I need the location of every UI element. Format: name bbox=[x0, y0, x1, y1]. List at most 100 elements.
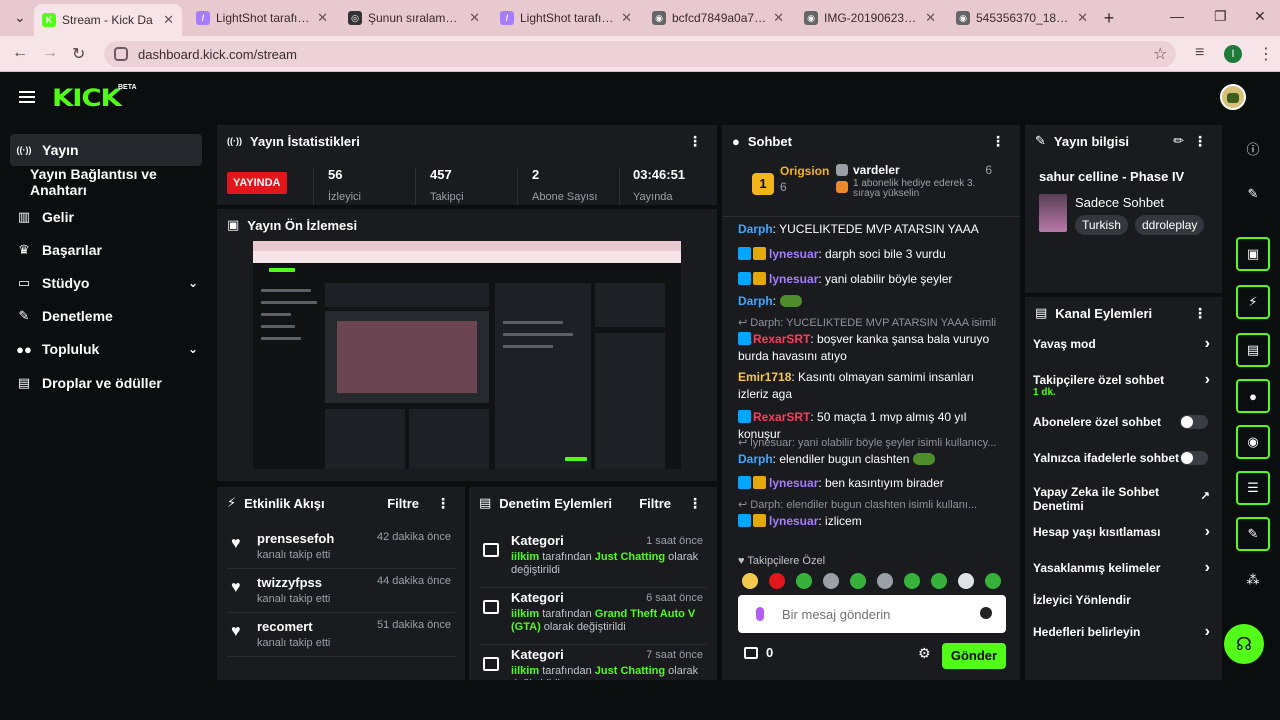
channel-action-item[interactable]: Abonelere özel sohbet bbox=[1033, 415, 1214, 429]
browser-tab[interactable]: K Stream - Kick Da ✕ bbox=[34, 4, 182, 36]
category-name[interactable]: Sadece Sohbet bbox=[1075, 195, 1164, 210]
more-options-icon[interactable]: ⋮ bbox=[1193, 133, 1207, 150]
sidebar-item-droplar[interactable]: ▤ Droplar ve ödüller bbox=[10, 367, 202, 399]
activity-user[interactable]: twizzyfpss bbox=[257, 575, 322, 590]
moderation-toggle-icon[interactable]: ▤ bbox=[1236, 333, 1270, 367]
add-widget-icon[interactable]: ⁂ bbox=[1236, 563, 1270, 597]
channel-action-item[interactable]: Takipçilere özel sohbet 1 dk. › bbox=[1033, 371, 1214, 398]
sidebar-item-studyo[interactable]: ▭ Stüdyo ⌄ bbox=[10, 267, 202, 299]
chat-username[interactable]: RexarSRT bbox=[753, 332, 810, 346]
tag[interactable]: Turkish bbox=[1075, 215, 1128, 235]
emote-icon[interactable] bbox=[850, 573, 866, 589]
sidebar-item-topluluk[interactable]: ●● Topluluk ⌄ bbox=[10, 333, 202, 365]
close-tab-icon[interactable]: ✕ bbox=[317, 10, 328, 26]
tag[interactable]: ddroleplay bbox=[1135, 215, 1205, 235]
tab-search-icon[interactable]: ⌄ bbox=[14, 9, 26, 26]
browser-tab[interactable]: ◉ IMG-20190623-WA0 ✕ bbox=[796, 6, 944, 30]
toggle-switch[interactable] bbox=[1180, 415, 1208, 429]
chat-username[interactable]: Darph bbox=[738, 222, 773, 236]
user-avatar[interactable] bbox=[1220, 84, 1246, 110]
toggle-switch[interactable] bbox=[1180, 451, 1208, 465]
emote-icon[interactable] bbox=[769, 573, 785, 589]
top-gifter-name[interactable]: Origsion bbox=[780, 164, 829, 178]
edit-icon[interactable]: ✎ bbox=[1236, 177, 1270, 211]
edit-icon[interactable]: ✏ bbox=[1173, 133, 1184, 149]
emote-icon[interactable] bbox=[985, 573, 1001, 589]
kick-logo[interactable]: KICK bbox=[52, 84, 122, 112]
preview-toggle-icon[interactable]: ▣ bbox=[1236, 237, 1270, 271]
channel-action-item[interactable]: Yalnızca ifadelerle sohbet bbox=[1033, 451, 1214, 465]
chat-username[interactable]: lynesuar bbox=[769, 272, 818, 286]
profile-avatar[interactable]: I bbox=[1224, 45, 1242, 63]
browser-tab[interactable]: ◎ Şunun sıralaması: iil ✕ bbox=[340, 6, 488, 30]
activity-toggle-icon[interactable]: ⚡ bbox=[1236, 285, 1270, 319]
url-input[interactable]: dashboard.kick.com/stream bbox=[104, 41, 1176, 67]
emote-icon[interactable] bbox=[877, 573, 893, 589]
new-tab-button[interactable]: + bbox=[1098, 8, 1120, 28]
sidebar-item-gelir[interactable]: ▥ Gelir bbox=[10, 201, 202, 233]
more-options-icon[interactable]: ⋮ bbox=[688, 133, 702, 150]
browser-tab[interactable]: / LightShot tarafından ✕ bbox=[188, 6, 336, 30]
mic-icon[interactable] bbox=[756, 607, 764, 621]
chat-input[interactable]: Bir mesaj gönderin bbox=[738, 595, 1006, 633]
actions-toggle-icon[interactable]: ☰ bbox=[1236, 471, 1270, 505]
media-icon[interactable]: ≡ bbox=[1195, 44, 1204, 62]
bookmark-star-icon[interactable]: ☆ bbox=[1153, 44, 1167, 64]
more-options-icon[interactable]: ⋮ bbox=[1193, 305, 1207, 322]
channel-action-item[interactable]: Yapay Zeka ile Sohbet Denetimi ↗ bbox=[1033, 485, 1214, 513]
close-window-icon[interactable]: ✕ bbox=[1254, 8, 1266, 25]
emote-icon[interactable] bbox=[931, 573, 947, 589]
chat-toggle-icon[interactable]: ● bbox=[1236, 379, 1270, 413]
emote-icon[interactable] bbox=[742, 573, 758, 589]
sidebar-item-stream-key[interactable]: Yayın Bağlantısı ve Anahtarı bbox=[10, 166, 202, 198]
close-tab-icon[interactable]: ✕ bbox=[773, 10, 784, 26]
chat-username[interactable]: Darph bbox=[738, 452, 773, 466]
reload-icon[interactable]: ↻ bbox=[72, 44, 85, 64]
minimize-icon[interactable]: — bbox=[1170, 8, 1184, 24]
emote-icon[interactable] bbox=[796, 573, 812, 589]
forward-icon[interactable]: → bbox=[42, 44, 58, 62]
info-icon[interactable]: ⓘ bbox=[1236, 131, 1270, 165]
back-icon[interactable]: ← bbox=[12, 44, 28, 62]
emote-icon[interactable] bbox=[904, 573, 920, 589]
browser-tab[interactable]: ◉ bcfcd7849a0a7f9c1 ✕ bbox=[644, 6, 792, 30]
filter-button[interactable]: Filtre bbox=[639, 496, 671, 511]
browser-tab[interactable]: ◉ 545356370_1839991 ✕ bbox=[948, 6, 1096, 30]
channel-action-item[interactable]: Hesap yaşı kısıtlaması › bbox=[1033, 523, 1214, 540]
emote-icon[interactable] bbox=[823, 573, 839, 589]
chat-username[interactable]: lynesuar bbox=[769, 514, 818, 528]
vip-name[interactable]: vardeler bbox=[853, 163, 900, 177]
channel-action-item[interactable]: Yavaş mod › bbox=[1033, 335, 1214, 352]
activity-user[interactable]: prensesefoh bbox=[257, 531, 334, 546]
channel-action-item[interactable]: Yasaklanmış kelimeler › bbox=[1033, 559, 1214, 576]
filter-button[interactable]: Filtre bbox=[387, 496, 419, 511]
more-options-icon[interactable]: ⋮ bbox=[436, 495, 450, 512]
chat-username[interactable]: lynesuar bbox=[769, 247, 818, 261]
chat-username[interactable]: Darph bbox=[738, 294, 773, 308]
chat-username[interactable]: RexarSRT bbox=[753, 410, 810, 424]
send-button[interactable]: Gönder bbox=[942, 643, 1006, 669]
category-name[interactable]: Just Chatting bbox=[595, 665, 665, 677]
site-info-icon[interactable] bbox=[114, 47, 128, 61]
info-toggle-icon[interactable]: ✎ bbox=[1236, 517, 1270, 551]
more-options-icon[interactable]: ⋮ bbox=[991, 133, 1005, 150]
maximize-icon[interactable]: ❐ bbox=[1214, 8, 1227, 25]
moderator-name[interactable]: iilkim bbox=[511, 551, 539, 563]
browser-tab[interactable]: / LightShot tarafından ✕ bbox=[492, 6, 640, 30]
moderator-name[interactable]: iilkim bbox=[511, 608, 539, 620]
chat-username[interactable]: Emir1718 bbox=[738, 370, 791, 384]
emoji-icon[interactable] bbox=[980, 607, 992, 619]
category-name[interactable]: Just Chatting bbox=[595, 551, 665, 563]
sidebar-item-yayin[interactable]: ((·)) Yayın bbox=[10, 134, 202, 166]
browser-menu-icon[interactable]: ⋮ bbox=[1258, 44, 1274, 64]
close-tab-icon[interactable]: ✕ bbox=[469, 10, 480, 26]
chat-username[interactable]: lynesuar bbox=[769, 476, 818, 490]
sidebar-item-basarilar[interactable]: ♛ Başarılar bbox=[10, 234, 202, 266]
sidebar-item-denetleme[interactable]: ✎ Denetleme bbox=[10, 300, 202, 332]
stream-preview-video[interactable] bbox=[253, 241, 681, 469]
close-tab-icon[interactable]: ✕ bbox=[163, 12, 174, 28]
settings-gear-icon[interactable]: ⚙ bbox=[918, 645, 931, 662]
activity-user[interactable]: recomert bbox=[257, 619, 313, 634]
gift-box-icon[interactable] bbox=[744, 647, 758, 659]
close-tab-icon[interactable]: ✕ bbox=[1077, 10, 1088, 26]
